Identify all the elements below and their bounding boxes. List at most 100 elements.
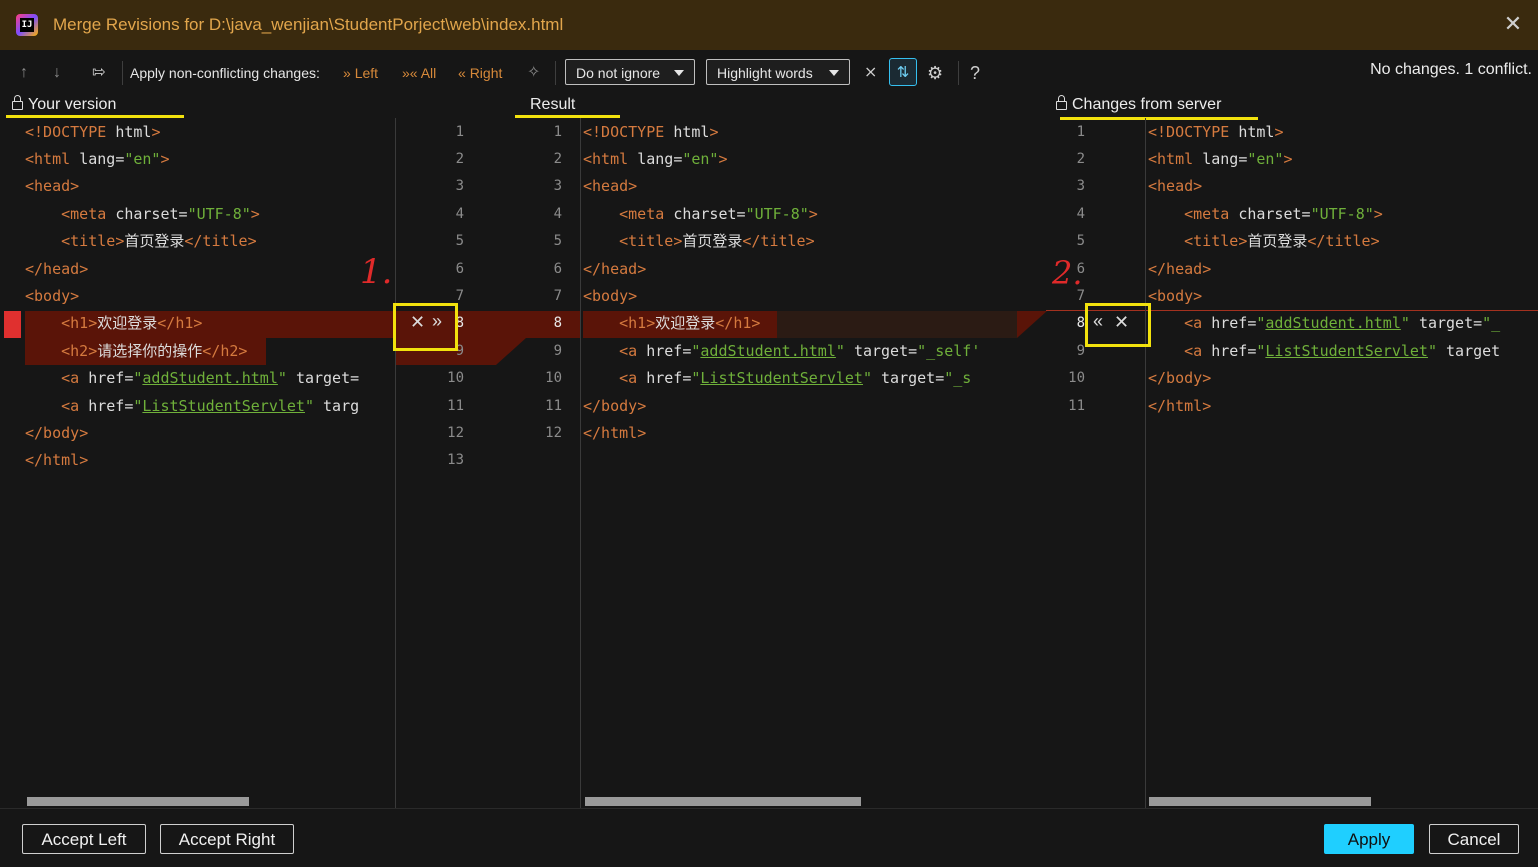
right-line-number: 2 (1076, 150, 1085, 167)
title-bar: IJ Merge Revisions for D:\java_wenjian\S… (0, 0, 1538, 50)
left-line-number: 3 (455, 178, 464, 195)
middle-line-number: 4 (553, 205, 562, 222)
right-line-number: 4 (1076, 205, 1085, 222)
toolbar-separator (555, 61, 556, 85)
middle-line-number: 2 (553, 150, 562, 167)
left-code-line: <html lang="en"> (25, 149, 170, 168)
middle-line-number: 9 (553, 342, 562, 359)
left-editor[interactable]: <!DOCTYPE html> <html lang="en"> <head> <m… (25, 118, 396, 808)
left-code-line: <a href="addStudent.html" target= (61, 369, 360, 388)
divider (395, 118, 396, 808)
ignore-whitespace-select[interactable]: Do not ignore (565, 59, 695, 85)
apply-right-button[interactable]: « Right (458, 61, 502, 85)
apply-all-button[interactable]: »« All (402, 61, 436, 85)
lock-icon (1056, 95, 1067, 110)
middle-line-number: 12 (545, 424, 562, 441)
result-code-line: <h1>欢迎登录</h1> (619, 314, 761, 333)
double-chevron-both-icon: »« (402, 65, 418, 81)
right-editor[interactable]: <!DOCTYPE html> <html lang="en"> <head> <m… (1148, 118, 1538, 808)
next-difference-icon[interactable]: ↓ (53, 61, 61, 85)
right-line-number: 5 (1076, 233, 1085, 250)
right-line-number: 8 (1076, 315, 1085, 332)
left-line-number: 4 (455, 205, 464, 222)
left-line-number: 1 (455, 123, 464, 140)
result-code-line: <a href="addStudent.html" target="_self' (619, 341, 981, 360)
right-code-line: <head> (1148, 177, 1203, 196)
gear-icon[interactable]: ⚙ (927, 61, 943, 85)
middle-line-number: 10 (545, 370, 562, 387)
conflict-marker (4, 311, 21, 338)
middle-line-number: 5 (553, 233, 562, 250)
right-panel-title: Changes from server (1072, 96, 1222, 113)
chevron-down-icon (829, 70, 839, 76)
chevron-down-icon (674, 70, 684, 76)
result-code-line: <meta charset="UTF-8"> (619, 204, 818, 223)
toolbar: ↑ ↓ ⇰ Apply non-conflicting changes: » L… (0, 52, 1538, 94)
left-code-line: </body> (25, 423, 89, 442)
window-title: Merge Revisions for D:\java_wenjian\Stud… (53, 15, 564, 34)
apply-left-button[interactable]: » Left (343, 61, 378, 85)
result-code-line: <a href="ListStudentServlet" target="_s (619, 369, 972, 388)
left-panel-title: Your version (28, 96, 117, 113)
result-code-line: </body> (583, 396, 647, 415)
annotation-mark-2: 2. (1052, 254, 1083, 292)
apply-right-label: Right (469, 65, 503, 81)
middle-line-number: 3 (553, 178, 562, 195)
left-panel-header: Your version (12, 94, 116, 116)
double-chevron-left-icon: « (458, 65, 466, 81)
cancel-button[interactable]: Cancel (1429, 824, 1519, 854)
right-line-numbers: 1 2 3 4 5 6 7 8 9 10 11 (1059, 118, 1099, 808)
ignore-select-value: Do not ignore (576, 65, 661, 81)
annotation-box-right-actions (1085, 303, 1151, 347)
right-code-line: </body> (1148, 369, 1212, 388)
left-line-number: 2 (455, 150, 464, 167)
resolve-automatically-icon[interactable]: ⇰ (92, 61, 105, 85)
right-line-number: 10 (1068, 370, 1085, 387)
close-icon[interactable]: ✕ (1502, 13, 1524, 35)
left-line-number: 13 (447, 452, 464, 469)
left-code-line: <!DOCTYPE html> (25, 122, 161, 141)
right-line-number: 3 (1076, 178, 1085, 195)
right-line-number: 11 (1068, 397, 1085, 414)
left-horizontal-scrollbar[interactable] (27, 797, 249, 806)
result-editor[interactable]: <!DOCTYPE html> <html lang="en"> <head> <m… (583, 118, 1017, 808)
magic-wand-icon[interactable]: ✧ (527, 61, 540, 85)
double-chevron-right-icon: » (343, 65, 351, 81)
highlight-mode-select[interactable]: Highlight words (706, 59, 850, 85)
result-code-line: <!DOCTYPE html> (583, 122, 719, 141)
divider (1145, 118, 1146, 808)
middle-panel-header: Result (530, 94, 575, 116)
right-horizontal-scrollbar[interactable] (1149, 797, 1371, 806)
left-line-number: 10 (447, 370, 464, 387)
conflict-band-connector (1017, 311, 1047, 338)
left-code-line: <title>首页登录</title> (61, 232, 257, 251)
result-code-line: <title>首页登录</title> (619, 232, 815, 251)
left-line-number: 5 (455, 233, 464, 250)
collapse-unchanged-icon[interactable]: ⨯ (864, 61, 877, 85)
help-icon[interactable]: ? (970, 61, 980, 85)
left-code-line: <h2>请选择你的操作</h2> (61, 341, 248, 360)
left-code-line: </head> (25, 259, 89, 278)
apply-all-label: All (420, 65, 437, 81)
previous-difference-icon[interactable]: ↑ (20, 61, 28, 85)
divider (580, 118, 581, 808)
middle-line-number: 6 (553, 260, 562, 277)
left-line-number: 12 (447, 424, 464, 441)
accept-right-button[interactable]: Accept Right (160, 824, 294, 854)
apply-button[interactable]: Apply (1324, 824, 1414, 854)
middle-line-number: 7 (553, 287, 562, 304)
right-code-line: <html lang="en"> (1148, 149, 1293, 168)
sync-scroll-toggle-icon[interactable]: ⇅ (889, 58, 917, 86)
accept-left-button[interactable]: Accept Left (22, 824, 146, 854)
intellij-logo-icon: IJ (16, 14, 38, 36)
left-code-line: <meta charset="UTF-8"> (61, 204, 260, 223)
right-code-line: <!DOCTYPE html> (1148, 122, 1284, 141)
right-code-line: </head> (1148, 259, 1212, 278)
middle-horizontal-scrollbar[interactable] (585, 797, 861, 806)
left-line-number: 6 (455, 260, 464, 277)
left-code-line: <head> (25, 177, 80, 196)
lock-icon (12, 95, 23, 110)
right-code-line: <title>首页登录</title> (1184, 232, 1380, 251)
result-code-line: <html lang="en"> (583, 149, 728, 168)
result-code-line: </html> (583, 423, 647, 442)
